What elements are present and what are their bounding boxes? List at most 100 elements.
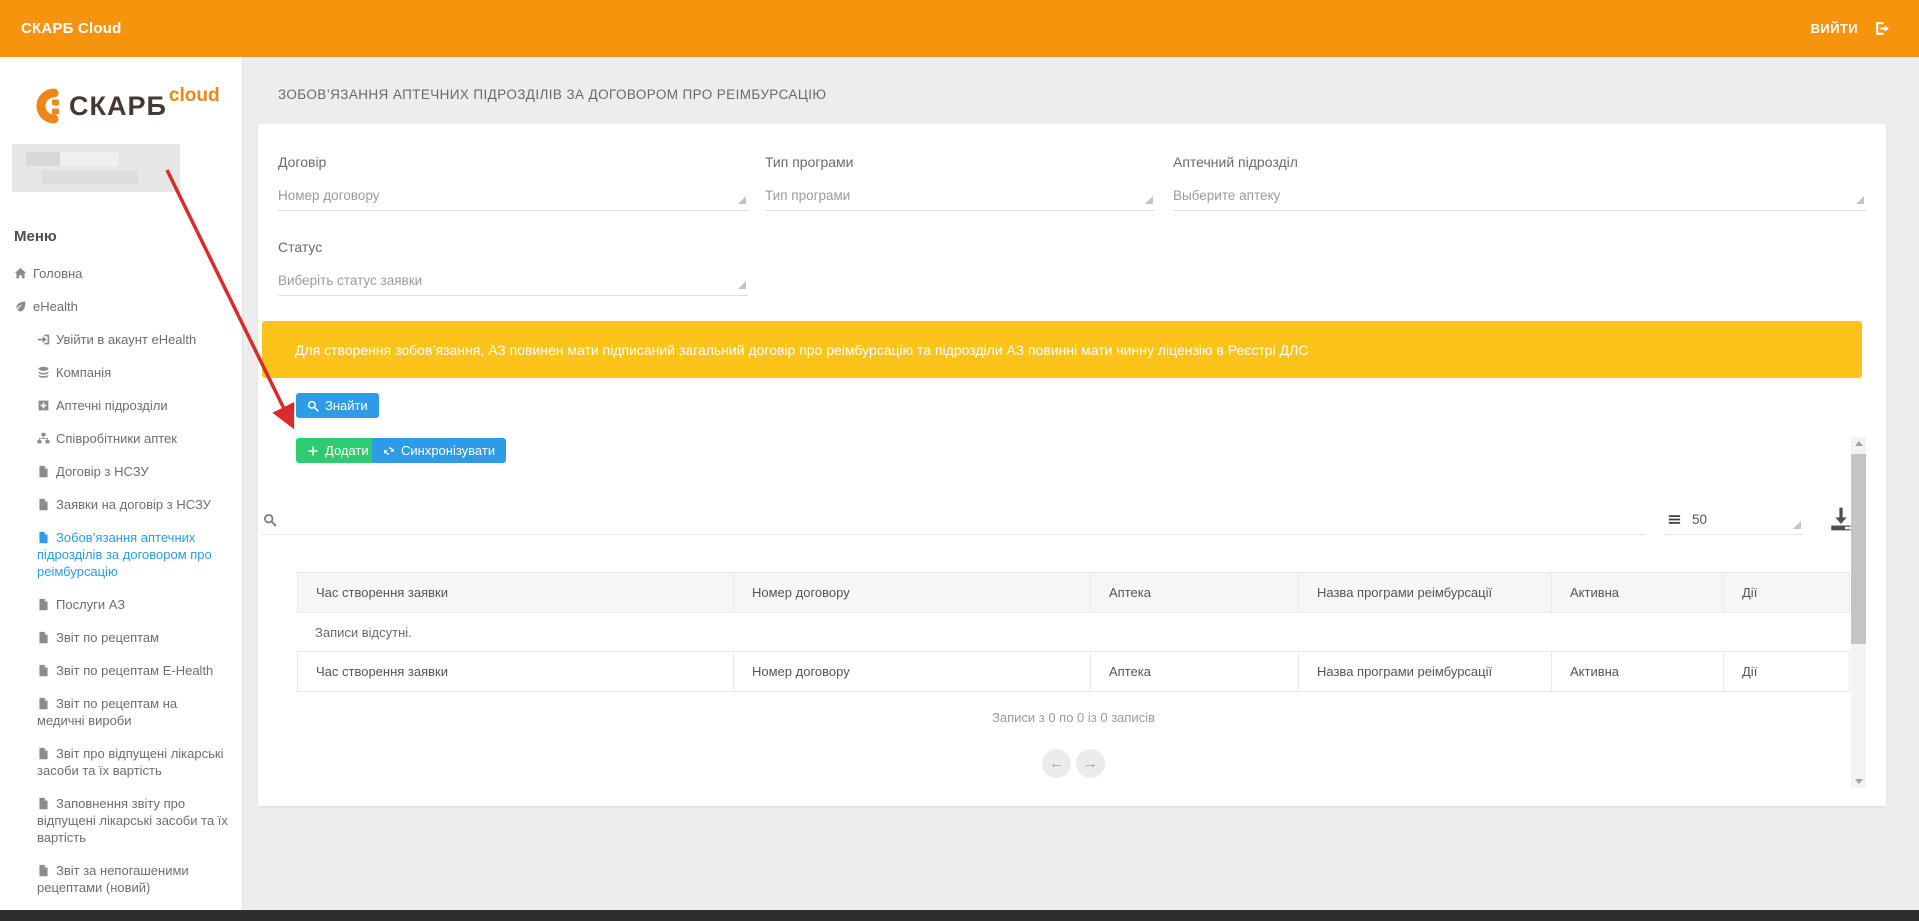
pharmacy-unit-filter-select[interactable] — [1173, 183, 1866, 211]
table-header-cell[interactable]: Час створення заявки — [297, 573, 733, 612]
program-type-filter-select[interactable] — [765, 183, 1155, 211]
next-page-button[interactable]: → — [1076, 749, 1105, 778]
pharmacy-unit-filter-label: Аптечний підрозділ — [1173, 154, 1866, 170]
table-footer-cell: Активна — [1551, 652, 1723, 691]
dropdown-caret-icon — [1856, 196, 1864, 204]
page-title: ЗОБОВ’ЯЗАННЯ АПТЕЧНИХ ПІДРОЗДІЛІВ ЗА ДОГ… — [278, 87, 826, 102]
sidebar-item-nszu-contract-requests[interactable]: Заявки на договір з НСЗУ — [0, 496, 242, 513]
bottom-bar — [0, 910, 1919, 921]
table-header-cell[interactable]: Дії — [1723, 573, 1850, 612]
pharmacy-unit-filter: Аптечний підрозділ — [1173, 154, 1866, 211]
program-type-filter: Тип програми — [765, 154, 1155, 211]
sidebar-item-unredeemed-recipes-report[interactable]: Звіт за непогашеними рецептами (новий) — [0, 862, 242, 896]
program-type-filter-label: Тип програми — [765, 154, 1155, 170]
sidebar-item-pharmacy-units[interactable]: Аптечні підрозділи — [0, 397, 242, 414]
main-content: ЗОБОВ’ЯЗАННЯ АПТЕЧНИХ ПІДРОЗДІЛІВ ЗА ДОГ… — [243, 57, 1919, 910]
arrow-left-icon: ← — [1049, 755, 1064, 772]
logo-text: СКАРБ — [69, 91, 167, 122]
table-footer-cell: Назва програми реімбурсації — [1298, 652, 1551, 691]
sidebar-item-home[interactable]: Головна — [0, 265, 242, 282]
sidebar-item-ehealth-login[interactable]: Увійти в акаунт eHealth — [0, 331, 242, 348]
top-bar: СКАРБ Cloud ВИЙТИ — [0, 0, 1919, 57]
warning-banner: Для створення зобов’язання, АЗ повинен м… — [262, 321, 1862, 378]
scrollbar-thumb[interactable] — [1851, 454, 1866, 644]
table-header-cell[interactable]: Аптека — [1090, 573, 1298, 612]
prev-page-button[interactable]: ← — [1042, 749, 1071, 778]
dropdown-caret-icon — [738, 196, 746, 204]
search-icon — [263, 513, 277, 527]
sidebar-item-reimbursement-obligations[interactable]: Зобов’язання аптечних підрозділів за дог… — [0, 529, 242, 580]
find-button[interactable]: Знайти — [296, 393, 379, 418]
home-icon — [14, 267, 27, 280]
sidebar-nav: Головна eHealth Увійти в акаунт eHealth … — [0, 265, 242, 896]
table-scrollbar — [1851, 437, 1866, 788]
table-header-row: Час створення заявки Номер договору Апте… — [297, 572, 1850, 613]
status-filter: Статус — [278, 239, 748, 296]
sidebar-item-ehealth[interactable]: eHealth — [0, 298, 242, 315]
contract-filter-label: Договір — [278, 154, 748, 170]
user-name-redacted — [12, 144, 180, 192]
contract-filter: Договір — [278, 154, 748, 211]
file-icon — [37, 531, 50, 544]
contract-filter-select[interactable] — [278, 183, 748, 211]
dropdown-caret-icon — [738, 281, 746, 289]
file-icon — [37, 797, 50, 810]
logout-label: ВИЙТИ — [1811, 21, 1858, 36]
sidebar-item-nszu-contract[interactable]: Договір з НСЗУ — [0, 463, 242, 480]
plus-icon — [307, 445, 319, 457]
database-icon — [37, 366, 50, 379]
file-icon — [37, 598, 50, 611]
dropdown-caret-icon — [1793, 521, 1801, 529]
table-footer-cell: Час створення заявки — [297, 652, 733, 691]
sidebar-item-pharmacy-staff[interactable]: Співробітники аптек — [0, 430, 242, 447]
table-search — [262, 504, 1646, 535]
table-footer-cell: Номер договору — [733, 652, 1090, 691]
sidebar-item-fill-dispensed-drugs-report[interactable]: Заповнення звіту про відпущені лікарські… — [0, 795, 242, 846]
content-card: Договір Тип програми Аптечний підрозділ … — [258, 124, 1886, 806]
refresh-icon — [383, 445, 395, 457]
sync-button[interactable]: Синхронізувати — [372, 438, 506, 463]
add-button[interactable]: Додати — [296, 438, 380, 463]
leaf-icon — [14, 300, 27, 313]
sidebar-item-recipes-report[interactable]: Звіт по рецептам — [0, 629, 242, 646]
sidebar: СКАРБ cloud Меню Головна eHealth Увійти … — [0, 57, 243, 910]
sitemap-icon — [37, 432, 50, 445]
sidebar-item-dispensed-drugs-report[interactable]: Звіт про відпущені лікарські засоби та ї… — [0, 745, 242, 779]
file-icon — [37, 697, 50, 710]
app-title: СКАРБ Cloud — [21, 0, 121, 57]
table-info: Записи з 0 по 0 із 0 записів — [297, 710, 1850, 725]
plus-square-icon — [37, 399, 50, 412]
logo-suffix: cloud — [169, 85, 220, 107]
empty-table-message: Записи відсутні. — [297, 613, 1850, 652]
table-search-input[interactable] — [285, 512, 1646, 527]
logout-button[interactable]: ВИЙТИ — [1811, 0, 1891, 57]
menu-bars-icon — [1667, 512, 1682, 527]
menu-heading: Меню — [14, 228, 242, 245]
page-size-select[interactable]: 50 — [1665, 504, 1803, 535]
scroll-up-button[interactable] — [1851, 437, 1866, 451]
file-icon — [37, 631, 50, 644]
table-footer-row: Час створення заявки Номер договору Апте… — [297, 652, 1850, 692]
file-icon — [37, 498, 50, 511]
dropdown-caret-icon — [1145, 196, 1153, 204]
file-icon — [37, 465, 50, 478]
sidebar-item-company[interactable]: Компанія — [0, 364, 242, 381]
table-header-cell[interactable]: Номер договору — [733, 573, 1090, 612]
file-icon — [37, 864, 50, 877]
sidebar-item-az-services[interactable]: Послуги АЗ — [0, 596, 242, 613]
status-filter-select[interactable] — [278, 268, 748, 296]
status-filter-label: Статус — [278, 239, 748, 255]
table-footer-cell: Дії — [1723, 652, 1850, 691]
sidebar-item-medical-devices-report[interactable]: Звіт по рецептам на медичні вироби — [0, 695, 242, 729]
table-footer-cell: Аптека — [1090, 652, 1298, 691]
skarb-logo-icon — [30, 83, 60, 129]
sidebar-item-recipes-report-ehealth[interactable]: Звіт по рецептам E-Health — [0, 662, 242, 679]
arrow-right-icon: → — [1083, 755, 1098, 772]
page-size-value: 50 — [1692, 512, 1707, 527]
scroll-down-button[interactable] — [1851, 774, 1866, 788]
results-table: Час створення заявки Номер договору Апте… — [297, 572, 1850, 692]
logo: СКАРБ cloud — [30, 83, 242, 129]
table-header-cell[interactable]: Активна — [1551, 573, 1723, 612]
file-icon — [37, 664, 50, 677]
table-header-cell[interactable]: Назва програми реімбурсації — [1298, 573, 1551, 612]
